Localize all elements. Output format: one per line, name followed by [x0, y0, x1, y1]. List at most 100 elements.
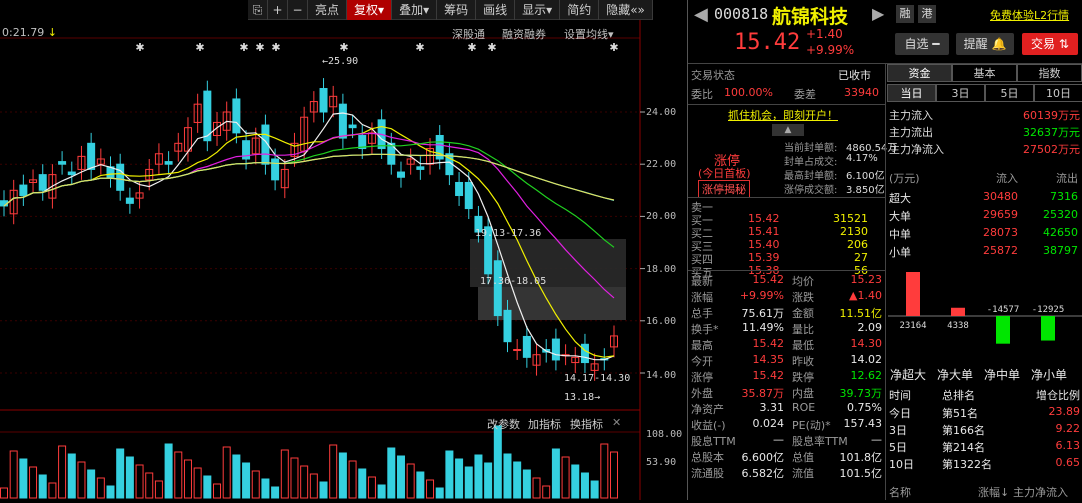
limit-row-label: 涨停成交额:: [784, 185, 838, 196]
candle-body: [493, 260, 502, 317]
limit-row-value: 6.100亿: [846, 171, 885, 182]
copy-icon[interactable]: ⎘: [248, 0, 268, 20]
high-label: ←25.90: [322, 56, 359, 67]
candle-body: [58, 161, 67, 165]
weicha-label: 委差: [794, 88, 816, 101]
watchlist-label: 自选: [904, 37, 929, 51]
volume-bar: [38, 474, 47, 499]
quote-value: 3.31: [759, 401, 785, 414]
volume-bar: [154, 480, 163, 499]
flow-row-in: 28073: [983, 226, 1018, 239]
zone-label-2: 17.36-18.05: [480, 276, 547, 287]
quote-value: —: [871, 433, 882, 446]
book-volume: 27: [854, 251, 868, 264]
tab-index[interactable]: 指数: [1017, 64, 1082, 82]
toolbar-overlay[interactable]: 叠加▾: [392, 0, 438, 20]
quote-label: 今开: [691, 355, 713, 368]
quote-label: 总股本: [691, 451, 724, 464]
low-label: 13.18→: [564, 392, 601, 403]
price-tick: 22.00: [646, 159, 677, 170]
volume-bar: [203, 475, 212, 499]
period-tab[interactable]: 3日: [936, 84, 985, 102]
flow-label: 主力流入: [889, 109, 933, 122]
flow-row-out: 38797: [1043, 244, 1078, 257]
quote-value: 75.61万: [741, 307, 785, 320]
net-bar-label: 4338: [947, 321, 969, 331]
trade-button[interactable]: 交易 ⇅: [1022, 33, 1078, 55]
l2-link[interactable]: 免费体验L2行情: [990, 7, 1069, 23]
volume-bar: [416, 471, 425, 499]
quote-value: 11.51亿: [839, 307, 883, 320]
hk-badge[interactable]: 港: [918, 5, 936, 23]
toolbar-simple[interactable]: 简约: [560, 0, 600, 20]
toolbar-hide[interactable]: 隐藏«»: [599, 0, 653, 20]
price-tick: 24.00: [646, 107, 677, 118]
book-price: 15.40: [748, 238, 780, 251]
volume-bar: [561, 456, 570, 499]
volume-bar: [406, 463, 415, 499]
period-tab[interactable]: 10日: [1034, 84, 1082, 102]
quote-value: +9.99%: [739, 289, 784, 302]
tab-basic[interactable]: 基本: [952, 64, 1017, 82]
flow-table-head: 流出: [1056, 172, 1078, 185]
toolbar-highlight[interactable]: 亮点: [308, 0, 348, 20]
volume-bar: [271, 486, 280, 499]
bottom-tab[interactable]: 主力净流入: [1013, 484, 1068, 500]
toolbar-display[interactable]: 显示▾: [515, 0, 561, 20]
link-margin[interactable]: 融资融券: [502, 26, 546, 42]
volume-bar: [474, 454, 483, 499]
volume-bar: [164, 443, 173, 499]
remind-button[interactable]: 提醒 🔔: [956, 33, 1014, 55]
margin-badge[interactable]: 融: [896, 5, 914, 23]
quote-value: 101.8亿: [839, 451, 883, 464]
flow-row-in: 29659: [983, 208, 1018, 221]
collapse-up-icon[interactable]: ▲: [772, 124, 804, 136]
volume-bar: [396, 455, 405, 499]
volume-bar: [222, 446, 231, 499]
switch-indicator-button[interactable]: 换指标: [570, 416, 603, 432]
volume-bar: [551, 448, 560, 499]
flow-value: 27502万元: [1023, 143, 1080, 156]
open-account-link[interactable]: 抓住机会，即刻开户！: [728, 107, 838, 123]
tab-fund[interactable]: 资金: [887, 64, 952, 82]
weibi-label: 委比: [691, 88, 713, 101]
volume-bar: [232, 454, 241, 499]
period-tab[interactable]: 5日: [985, 84, 1034, 102]
price-tick: 20.00: [646, 211, 677, 222]
link-sgt[interactable]: 深股通: [452, 26, 485, 42]
rank-head: 增仓比例: [1036, 389, 1080, 402]
limit-reveal-button[interactable]: 涨停揭秘: [698, 180, 750, 198]
close-icon[interactable]: ✕: [612, 416, 621, 429]
quote-panel: ◀ 000818 航锦科技 ▶ 融 港 免费体验L2行情 15.42 +1.40…: [687, 0, 1082, 500]
bottom-tab[interactable]: 涨幅↓: [978, 484, 1009, 500]
volume-bar: [96, 477, 105, 499]
volume-bar: [261, 478, 270, 499]
price-tick: 18.00: [646, 264, 677, 275]
add-indicator-button[interactable]: 加指标: [528, 416, 561, 432]
volume-bar: [542, 485, 551, 499]
rank-ratio: 0.65: [1055, 456, 1081, 469]
quote-label: 总手: [691, 307, 713, 320]
quote-label: 最高: [691, 339, 713, 352]
watchlist-button[interactable]: 自选 ━: [895, 33, 949, 55]
toolbar-chips[interactable]: 筹码: [437, 0, 477, 20]
period-tab[interactable]: 当日: [887, 84, 936, 102]
limit-row-label: 当前封单额:: [784, 143, 838, 154]
flow-label: 主力净流入: [889, 143, 944, 156]
minus-icon[interactable]: −: [288, 0, 308, 20]
next-stock-icon[interactable]: ▶: [872, 4, 884, 23]
volume-bar: [358, 468, 367, 499]
toolbar-draw[interactable]: 画线: [476, 0, 516, 20]
bottom-tab[interactable]: 名称: [889, 484, 911, 500]
toolbar-hide-label: 隐藏: [606, 3, 631, 17]
plus-icon[interactable]: +: [268, 0, 288, 20]
toolbar-adjust[interactable]: 复权▾: [347, 0, 393, 20]
quote-label: 涨幅: [691, 291, 713, 304]
rank-ratio: 23.89: [1048, 405, 1081, 418]
candle-body: [416, 166, 425, 170]
link-ma-settings[interactable]: 设置均线▾: [564, 26, 614, 42]
divider: [688, 270, 885, 271]
change-param-button[interactable]: 改参数: [487, 416, 520, 432]
quote-value: 15.42: [752, 273, 785, 286]
prev-stock-icon[interactable]: ◀: [694, 4, 708, 25]
